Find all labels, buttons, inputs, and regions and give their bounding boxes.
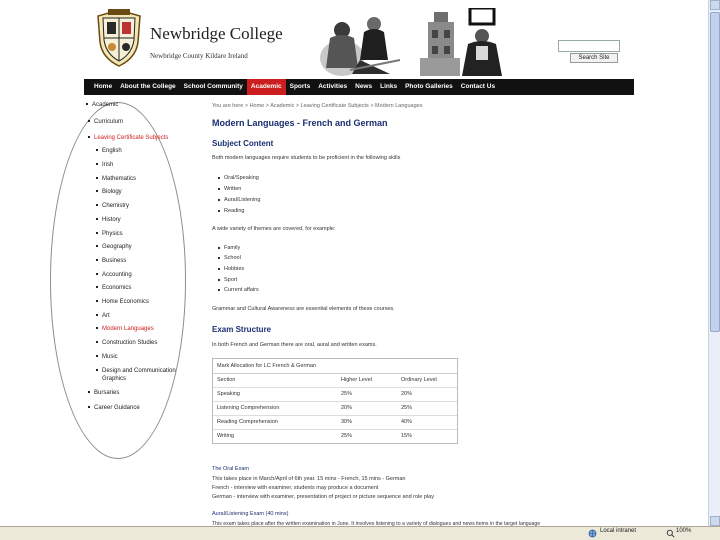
table-cell: Speaking	[217, 391, 240, 397]
themes-intro: A wide variety of themes are covered, fo…	[212, 226, 336, 232]
nav-item-about[interactable]: About the College	[116, 79, 180, 95]
scrollbar-thumb[interactable]	[710, 12, 720, 332]
table-row: Listening Comprehension 20% 25%	[213, 402, 457, 416]
sidebar-subject[interactable]: Home Economics	[96, 299, 149, 305]
college-name: Newbridge College	[150, 24, 283, 43]
sidebar-subject[interactable]: Physics	[96, 231, 123, 237]
header-photo-collage	[320, 8, 502, 76]
list-item: Reading	[218, 208, 245, 214]
nav-item-photo-galleries[interactable]: Photo Galleries	[401, 79, 457, 95]
list-item: Oral/Speaking	[218, 175, 259, 181]
table-cell: Listening Comprehension	[217, 405, 280, 411]
nav-item-home[interactable]: Home	[90, 79, 116, 95]
nav-item-links[interactable]: Links	[376, 79, 401, 95]
table-row: Reading Comprehension 30% 40%	[213, 416, 457, 430]
scroll-up-arrow-icon[interactable]	[710, 0, 720, 10]
sidebar-subject[interactable]: Economics	[96, 285, 131, 291]
nav-item-sports[interactable]: Sports	[286, 79, 315, 95]
table-row: Writing 25% 15%	[213, 430, 457, 443]
table-row: Speaking 25% 20%	[213, 388, 457, 402]
sidebar-subject[interactable]: Biology	[96, 189, 122, 195]
sidebar-subject[interactable]: Design and Communication	[96, 368, 176, 374]
breadcrumb[interactable]: You are here > Home > Academic > Leaving…	[212, 103, 422, 109]
oral-exam-line: This takes place in March/April of 6th y…	[212, 476, 406, 482]
table-cell: Reading Comprehension	[217, 419, 278, 425]
table-cell: 15%	[401, 433, 413, 439]
sidebar-subject-continued: Graphics	[102, 376, 127, 382]
oral-exam-heading: The Oral Exam	[212, 466, 249, 472]
table-cell: 30%	[341, 419, 353, 425]
list-item: Aural/Listening	[218, 197, 260, 203]
table-cell: 25%	[401, 405, 413, 411]
list-item: Family	[218, 245, 240, 251]
aural-exam-heading: Aural/Listening Exam (40 mins)	[212, 511, 289, 517]
list-item: Current affairs	[218, 287, 259, 293]
oral-exam-line: German - interview with examiner, presen…	[212, 494, 434, 500]
sidebar-subject[interactable]: English	[96, 148, 122, 154]
page-title: Modern Languages - French and German	[212, 118, 388, 128]
scroll-down-arrow-icon[interactable]	[710, 516, 720, 526]
sidebar-subject[interactable]: Business	[96, 258, 126, 264]
table-header: Ordinary Level	[401, 377, 437, 383]
table-cell: Writing	[217, 433, 235, 439]
nav-item-contact[interactable]: Contact Us	[457, 79, 499, 95]
page-margin-right	[634, 0, 708, 540]
sidebar-item-curriculum[interactable]: Curriculum	[88, 119, 123, 125]
sidebar-item-lc-subjects[interactable]: Leaving Certificate Subjects	[88, 135, 168, 141]
oral-exam-line: French - interview with examiner, studen…	[212, 485, 379, 491]
zoom-icon[interactable]	[666, 529, 675, 538]
website: Newbridge College Newbridge County Kilda…	[50, 0, 634, 540]
main-nav: Home About the College School Community …	[84, 79, 634, 95]
table-header: Higher Level	[341, 377, 372, 383]
table-cell: 20%	[341, 405, 353, 411]
zoom-level[interactable]: 100%	[676, 528, 691, 534]
nav-item-academic[interactable]: Academic	[246, 79, 286, 95]
college-address: Newbridge County Kildare Ireland	[150, 52, 248, 60]
list-item: Hobbies	[218, 266, 244, 272]
sidebar-subject[interactable]: Mathematics	[96, 176, 136, 182]
table-cell: 25%	[341, 391, 353, 397]
browser-status-bar: Local intranet 100%	[0, 526, 720, 540]
sidebar-subject[interactable]: Geography	[96, 244, 132, 250]
table-cell: 20%	[401, 391, 413, 397]
sidebar-subject[interactable]: Construction Studies	[96, 340, 157, 346]
sidebar-item-bursaries[interactable]: Bursaries	[88, 390, 119, 396]
sidebar-subject[interactable]: Accounting	[96, 272, 132, 278]
sidebar-subject-active[interactable]: Modern Languages	[96, 326, 154, 332]
sidebar-subject[interactable]: Chemistry	[96, 203, 129, 209]
college-crest-logo[interactable]	[94, 8, 144, 68]
sidebar-subject[interactable]: History	[96, 217, 121, 223]
sidebar-subject[interactable]: Irish	[96, 162, 113, 168]
search-button[interactable]: Search Site	[570, 53, 618, 63]
list-item: Sport	[218, 277, 237, 283]
list-item: Written	[218, 186, 241, 192]
awareness-text: Grammar and Cultural Awareness are essen…	[212, 306, 395, 312]
nav-item-news[interactable]: News	[351, 79, 376, 95]
exam-intro: In both French and German there are oral…	[212, 342, 377, 348]
vertical-scrollbar[interactable]	[708, 0, 720, 526]
nav-item-school-community[interactable]: School Community	[180, 79, 247, 95]
exam-structure-heading: Exam Structure	[212, 325, 272, 334]
sidebar-subject[interactable]: Music	[96, 354, 118, 360]
list-item: School	[218, 255, 241, 261]
table-cell: 40%	[401, 419, 413, 425]
sidebar-item-career-guidance[interactable]: Career Guidance	[88, 405, 140, 411]
table-caption: Mark Allocation for LC French & German	[213, 359, 457, 374]
sidebar-subject[interactable]: Art	[96, 313, 110, 319]
site-header: Newbridge College Newbridge County Kilda…	[84, 0, 634, 78]
table-cell: 25%	[341, 433, 353, 439]
mark-allocation-table: Mark Allocation for LC French & German S…	[212, 358, 458, 444]
table-header-row: Section Higher Level Ordinary Level	[213, 374, 457, 388]
subject-content-heading: Subject Content	[212, 139, 274, 148]
globe-icon	[588, 529, 597, 538]
security-zone-label: Local intranet	[600, 528, 637, 534]
table-header: Section	[217, 377, 236, 383]
sidebar-item-academic[interactable]: Academic	[86, 102, 118, 108]
search-input[interactable]	[558, 40, 620, 52]
skills-intro: Both modern languages require students t…	[212, 155, 401, 161]
nav-item-activities[interactable]: Activities	[314, 79, 351, 95]
